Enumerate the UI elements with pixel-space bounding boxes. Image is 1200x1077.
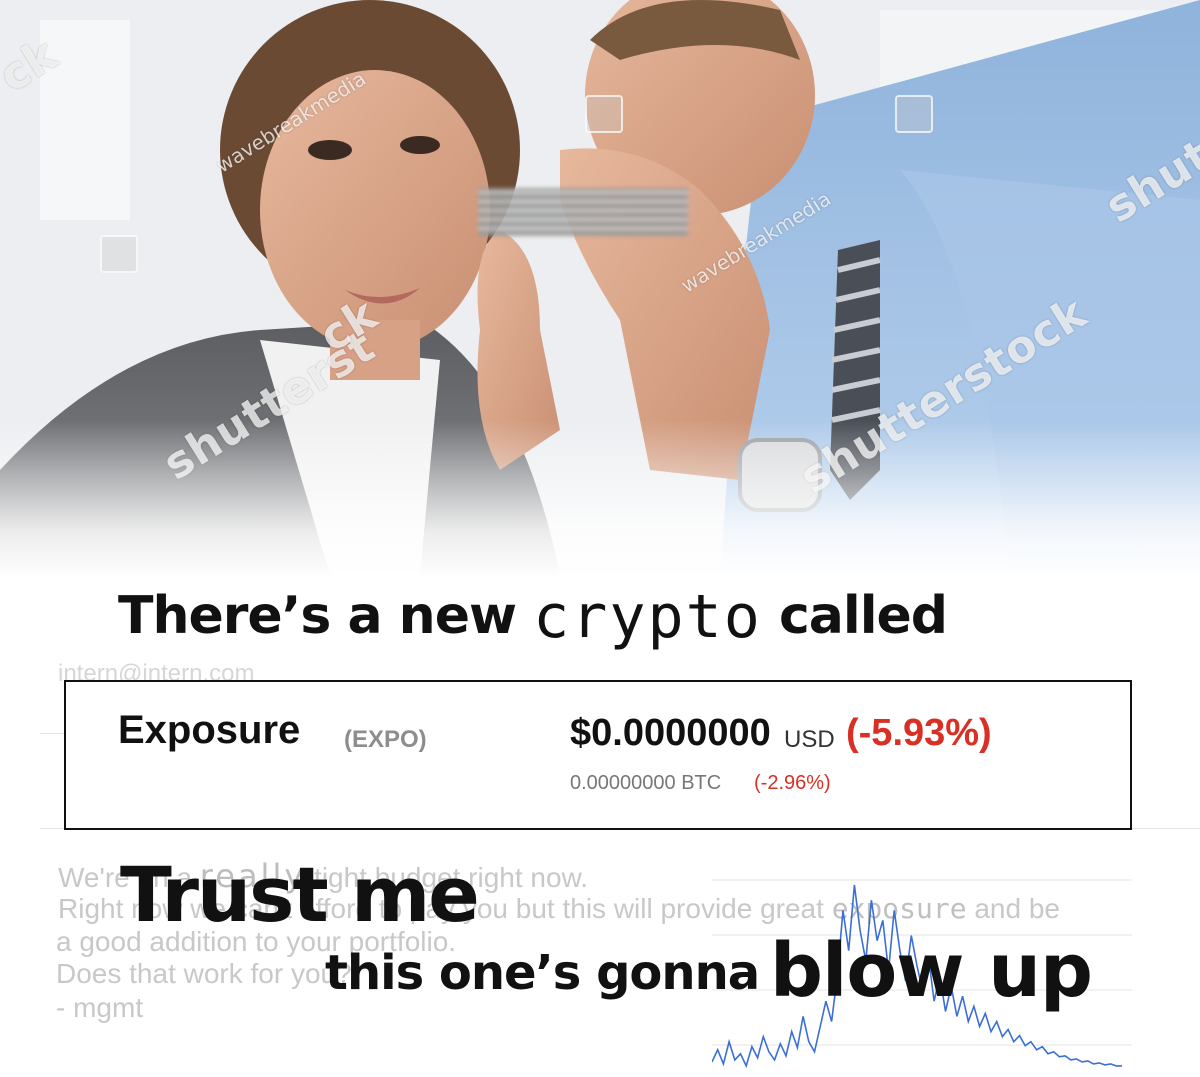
watermark-badge-icon xyxy=(585,95,623,133)
photo-fade xyxy=(0,420,1200,575)
coin-symbol: (EXPO) xyxy=(344,726,427,753)
price-btc: 0.00000000 BTC xyxy=(570,772,722,794)
stock-photo: wavebreakmedia shutterst ck wavebreakmed… xyxy=(0,0,1200,575)
caption-gonna: this one’s gonna xyxy=(325,945,760,1001)
crypto-ticker-box: Exposure (EXPO) $0.0000000 USD (-5.93%) … xyxy=(64,680,1132,830)
caption-blow-up: blow up xyxy=(770,928,1093,1014)
headline-crypto-word: crypto xyxy=(533,582,762,652)
caption-trust-me: Trust me xyxy=(120,850,480,939)
headline: There’s a new crypto called xyxy=(118,578,948,652)
watermark-badge-icon xyxy=(895,95,933,133)
email-line: - mgmt xyxy=(56,992,144,1023)
censored-logo xyxy=(478,188,688,236)
email-line: Does that work for you? xyxy=(56,958,352,989)
watermark-badge-icon xyxy=(100,235,138,273)
headline-suffix: called xyxy=(778,586,948,646)
coin-name: Exposure xyxy=(118,708,301,752)
price-unit: USD xyxy=(784,726,835,753)
price-usd: $0.0000000 xyxy=(570,712,771,754)
price-change-btc: (-2.96%) xyxy=(754,772,831,794)
price-change-usd: (-5.93%) xyxy=(846,712,992,754)
headline-prefix: There’s a new xyxy=(118,586,517,646)
